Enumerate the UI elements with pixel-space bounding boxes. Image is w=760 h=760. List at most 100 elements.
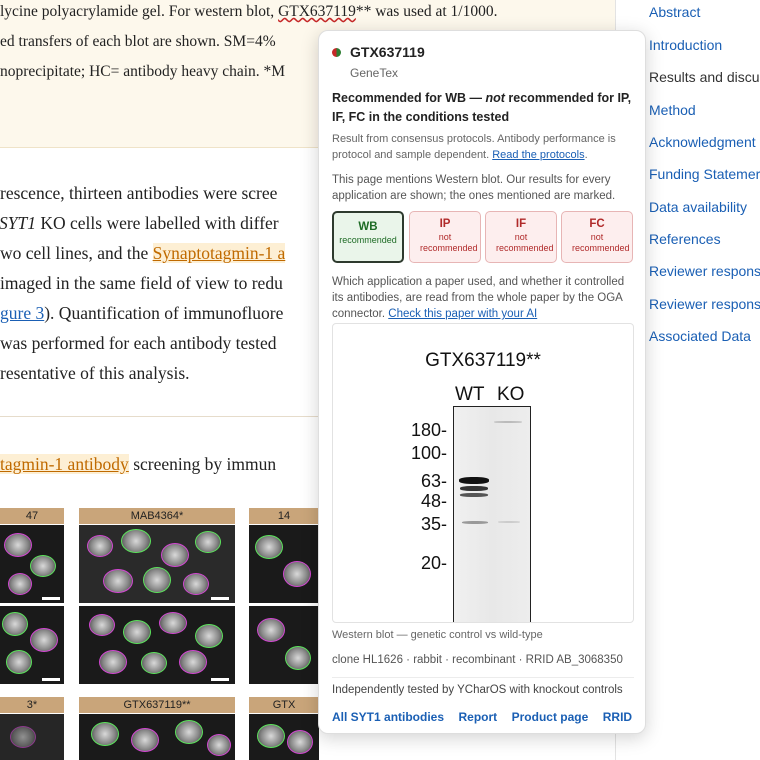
toc-item-method[interactable]: Method <box>649 101 696 119</box>
microscopy-image[interactable] <box>0 714 64 760</box>
app-wb[interactable]: WB recommended <box>332 211 404 263</box>
mw-marker: 180- <box>410 420 447 440</box>
western-blot-image[interactable]: GTX637119** WT KO 180- 100- 63- 48- 35- … <box>332 323 634 623</box>
antibody-popover: GTX637119 GeneTex Recommended for WB — n… <box>318 30 646 734</box>
microscopy-image[interactable] <box>249 714 319 760</box>
antibody-vendor: GeneTex <box>350 66 399 80</box>
mw-marker: 48- <box>420 491 447 511</box>
mw-marker: 63- <box>420 471 447 491</box>
all-syt1-antibodies-link[interactable]: All SYT1 antibodies <box>332 710 444 724</box>
caption-line-1: lycine polyacrylamide gel. For western b… <box>0 0 497 27</box>
caption-line-3: noprecipitate; HC= antibody heavy chain.… <box>0 63 286 80</box>
independent-validation-note: Independently tested by YCharOS with kno… <box>332 684 623 696</box>
body-line-5: gure 3). Quantification of immunofluore <box>0 298 283 328</box>
body-text: KO cells were labelled with differ <box>35 213 279 233</box>
antibody-name: GTX637119 <box>350 44 425 60</box>
app-code: WB <box>358 221 378 233</box>
app-status: recommended <box>339 235 397 245</box>
mw-marker: 100- <box>410 443 447 463</box>
blot-membrane <box>453 406 531 622</box>
product-page-link[interactable]: Product page <box>512 710 589 724</box>
toc-item-reviewer-response-1[interactable]: Reviewer respons <box>649 262 760 280</box>
microscopy-image[interactable] <box>0 525 64 603</box>
paper-note: Which application a paper used, and whet… <box>332 274 634 322</box>
tile-label: 47 <box>0 508 64 524</box>
app-status: not recommended <box>496 232 554 253</box>
caption-line-2: ed transfers of each blot are shown. SM=… <box>0 33 276 50</box>
blot-title: GTX637119** <box>425 350 541 371</box>
toc-item-introduction[interactable]: Introduction <box>649 36 722 54</box>
toc-item-acknowledgment[interactable]: Acknowledgment <box>649 133 756 151</box>
body-line-3: wo cell lines, and the Synaptotagmin-1 a <box>0 238 286 268</box>
table-of-contents: Abstract Introduction Results and discus… <box>649 0 760 760</box>
read-protocols-link[interactable]: Read the protocols <box>492 149 584 161</box>
antibody-link-synaptotagmin[interactable]: Synaptotagmin-1 a <box>152 243 286 263</box>
body-text: ). Quantification of immunofluore <box>44 303 284 323</box>
recommendation-not: not <box>485 91 505 105</box>
gene-name: SYT1 <box>0 213 36 233</box>
figure-title-text: screening by immun <box>128 454 277 474</box>
application-results: WB recommended IP not recommended IF not… <box>332 211 634 263</box>
blot-band <box>498 521 520 523</box>
toc-item-abstract[interactable]: Abstract <box>649 3 700 21</box>
caption-text: lycine polyacrylamide gel. For western b… <box>0 3 279 20</box>
toc-item-references[interactable]: References <box>649 230 721 248</box>
lane-label-wt: WT <box>455 384 485 405</box>
microscopy-image[interactable] <box>79 525 235 603</box>
body-line-2: SYT1 KO cells were labelled with differ <box>0 208 279 238</box>
toc-item-funding[interactable]: Funding Statemer <box>649 165 760 183</box>
figure-title: tagmin-1 antibody screening by immun <box>0 449 276 479</box>
recommendation-summary: Recommended for WB — not recommended for… <box>332 89 636 127</box>
mention-note: This page mentions Western blot. Our res… <box>332 174 616 202</box>
microscopy-image[interactable] <box>249 525 319 603</box>
blot-caption: Western blot — genetic control vs wild-t… <box>332 629 543 641</box>
status-dot-icon <box>332 48 341 57</box>
figure-3-link[interactable]: gure 3 <box>0 303 44 323</box>
tile-label: 14 <box>249 508 319 524</box>
consensus-note: Result from consensus protocols. Antibod… <box>332 131 632 163</box>
antibody-mention-gtx637119[interactable]: GTX637119 <box>278 3 356 20</box>
tile-label: GTX637119** <box>79 697 235 713</box>
toc-item-data-availability[interactable]: Data availability <box>649 198 747 216</box>
body-line-6: was performed for each antibody tested <box>0 333 277 353</box>
microscopy-image[interactable] <box>79 714 235 760</box>
tile-label: 3* <box>0 697 64 713</box>
app-ip[interactable]: IP not recommended <box>409 211 481 263</box>
report-link[interactable]: Report <box>458 710 497 724</box>
check-paper-ai-link[interactable]: Check this paper with your AI <box>388 308 537 320</box>
app-code: IP <box>439 218 451 230</box>
caption-text: ** was used at 1/1000. <box>355 3 498 20</box>
body-text: wo cell lines, and the <box>0 243 153 263</box>
blot-band <box>460 486 488 491</box>
microscopy-image[interactable] <box>79 606 235 684</box>
toc-item-associated-data[interactable]: Associated Data <box>649 327 751 345</box>
mw-marker: 20- <box>420 553 447 573</box>
microscopy-image[interactable] <box>0 606 64 684</box>
antibody-link-synaptotagmin-figure[interactable]: tagmin-1 antibody <box>0 454 129 474</box>
tile-label: MAB4364* <box>79 508 235 524</box>
blot-band <box>494 421 522 423</box>
app-status: not recommended <box>572 232 630 253</box>
body-line-4: imaged in the same field of view to redu <box>0 273 283 293</box>
microscopy-image[interactable] <box>249 606 319 684</box>
popover-links: All SYT1 antibodies Report Product page … <box>332 708 642 726</box>
blot-band <box>462 521 488 524</box>
rrid-link[interactable]: RRID <box>603 710 632 724</box>
blot-band <box>460 493 488 497</box>
lane-label-ko: KO <box>497 384 525 405</box>
app-fc[interactable]: FC not recommended <box>561 211 633 263</box>
consensus-text: . <box>584 149 588 161</box>
app-if[interactable]: IF not recommended <box>485 211 557 263</box>
recommendation-text: Recommended for WB — <box>332 91 486 105</box>
app-code: FC <box>589 218 605 230</box>
toc-item-results[interactable]: Results and discus <box>649 68 760 86</box>
app-status: not recommended <box>420 232 478 253</box>
mw-marker: 35- <box>420 514 447 534</box>
body-line-7: resentative of this analysis. <box>0 363 190 383</box>
antibody-meta: clone HL1626 · rabbit · recombinant · RR… <box>332 654 623 666</box>
app-code: IF <box>515 218 527 230</box>
blot-band <box>459 477 489 484</box>
popover-divider <box>332 677 634 678</box>
body-line-1: rescence, thirteen antibodies were scree <box>0 183 278 203</box>
toc-item-reviewer-response-2[interactable]: Reviewer respons <box>649 295 760 313</box>
